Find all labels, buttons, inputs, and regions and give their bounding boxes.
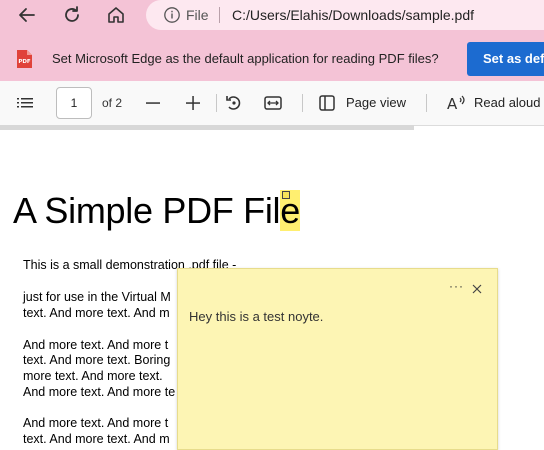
read-aloud-button[interactable]: Read aloud	[474, 95, 541, 110]
fit-to-width-icon[interactable]	[262, 92, 284, 114]
refresh-icon[interactable]	[61, 4, 83, 26]
info-icon[interactable]	[163, 6, 181, 24]
comment-note[interactable]: ··· Hey this is a test noyte.	[177, 268, 498, 450]
pdf-toolbar: 1 of 2 Page view A Read aloud	[0, 81, 544, 126]
document-line: text. And more text. Boring	[23, 353, 171, 367]
document-line: text. And more text. And m	[23, 432, 170, 446]
url-text[interactable]: C:/Users/Elahis/Downloads/sample.pdf	[232, 7, 474, 23]
document-line: more text. And more text.	[23, 369, 163, 383]
document-line: And more text. And more t	[23, 416, 169, 430]
home-icon[interactable]	[105, 4, 127, 26]
page-separator	[0, 125, 414, 130]
address-bar-row: File C:/Users/Elahis/Downloads/sample.pd…	[0, 0, 544, 31]
read-aloud-icon[interactable]: A	[445, 92, 467, 114]
more-options-button[interactable]: ···	[449, 279, 464, 293]
page-view-button[interactable]: Page view	[346, 95, 406, 110]
rotate-icon[interactable]	[223, 92, 245, 114]
address-separator	[219, 7, 220, 23]
zoom-out-icon[interactable]	[142, 92, 164, 114]
document-line: And more text. And more t	[23, 338, 169, 352]
svg-text:PDF: PDF	[18, 59, 31, 65]
back-arrow-icon[interactable]	[16, 4, 38, 26]
toolbar-separator	[216, 94, 217, 112]
svg-text:A: A	[447, 95, 458, 113]
page-count-label: of 2	[102, 96, 123, 110]
default-app-infobar: PDF Set Microsoft Edge as the default ap…	[0, 31, 544, 81]
file-scheme-label: File	[186, 7, 209, 23]
document-line: just for use in the Virtual M	[23, 290, 171, 304]
document-line: text. And more text. And m	[23, 306, 170, 320]
toolbar-separator	[426, 94, 427, 112]
page-view-icon[interactable]	[316, 92, 338, 114]
note-anchor-icon[interactable]	[282, 191, 290, 199]
page-number-input[interactable]: 1	[56, 87, 92, 119]
set-as-default-button[interactable]: Set as default	[467, 42, 544, 76]
toolbar-separator	[302, 94, 303, 112]
note-text[interactable]: Hey this is a test noyte.	[189, 309, 323, 324]
document-title: A Simple PDF File	[13, 190, 300, 231]
zoom-in-icon[interactable]	[182, 92, 204, 114]
table-of-contents-icon[interactable]	[14, 92, 36, 114]
document-line: And more text. And more te	[23, 385, 176, 399]
infobar-message: Set Microsoft Edge as the default applic…	[52, 51, 439, 66]
close-icon[interactable]	[472, 281, 482, 294]
pdf-icon: PDF	[14, 49, 34, 69]
